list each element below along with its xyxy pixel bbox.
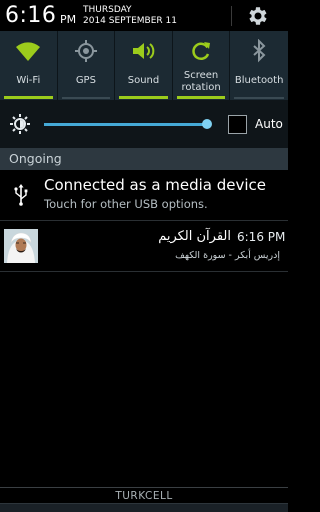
notification-divider: [0, 271, 288, 272]
auto-brightness-label: Auto: [255, 117, 283, 131]
brightness-icon: [10, 114, 30, 134]
toggle-label-sound: Sound: [127, 75, 160, 86]
toggle-indicator-sound: [119, 96, 168, 99]
toggle-indicator-bluetooth: [234, 97, 284, 99]
brightness-slider-thumb[interactable]: [201, 119, 212, 129]
brightness-slider-fill: [44, 123, 207, 126]
bluetooth-icon: [253, 39, 266, 63]
carrier-label: TURKCELL: [115, 490, 173, 502]
toggle-gps[interactable]: GPS: [58, 31, 116, 100]
quran-notification[interactable]: [0, 221, 288, 271]
avatar: [4, 229, 38, 263]
toggle-screen-rotation[interactable]: Screen rotation: [173, 31, 231, 100]
usb-icon: [14, 184, 28, 206]
toggle-indicator-wifi: [4, 96, 53, 99]
usb-notification-subtitle: Touch for other USB options.: [44, 197, 208, 211]
gear-icon[interactable]: [246, 4, 270, 28]
toggle-label-bluetooth: Bluetooth: [234, 75, 284, 86]
usb-notification-title: Connected as a media device: [44, 176, 267, 194]
toggle-indicator-gps: [61, 97, 111, 99]
quick-settings-panel: Wi-Fi GPS Sound Screen rotation Bluetoot…: [0, 31, 288, 100]
header-divider: [231, 6, 232, 26]
clock-time: 6:16: [5, 3, 57, 28]
quran-notification-subtitle: إدريس أبكر - سورة الكهف: [175, 250, 280, 261]
auto-brightness-checkbox[interactable]: [228, 115, 247, 134]
clock-ampm: PM: [60, 13, 77, 26]
toggle-wifi[interactable]: Wi-Fi: [0, 31, 58, 100]
date-text: 2014 SEPTEMBER 11: [83, 16, 177, 26]
toggle-indicator-rotation: [176, 96, 226, 99]
brightness-slider[interactable]: [44, 119, 212, 129]
quran-notification-title: القرآن الكريم: [158, 229, 231, 244]
quran-notification-time: 6:16 PM: [237, 230, 286, 244]
rotation-icon: [192, 42, 211, 61]
panel-drag-handle[interactable]: [0, 503, 288, 512]
toggle-label-gps: GPS: [75, 75, 96, 86]
ongoing-section-header: Ongoing: [0, 148, 288, 170]
wifi-icon: [16, 42, 41, 61]
toggle-label-wifi: Wi-Fi: [16, 75, 41, 86]
footer-divider: [0, 487, 288, 488]
toggle-sound[interactable]: Sound: [115, 31, 173, 100]
gps-icon: [74, 40, 97, 62]
day-name: THURSDAY: [83, 5, 132, 15]
status-header: 6:16 PM THURSDAY 2014 SEPTEMBER 11: [0, 0, 288, 31]
sound-icon: [133, 43, 155, 59]
section-title: Ongoing: [9, 151, 62, 166]
toggle-label-rotation: Screen rotation: [181, 70, 221, 93]
toggle-bluetooth[interactable]: Bluetooth: [230, 31, 288, 100]
